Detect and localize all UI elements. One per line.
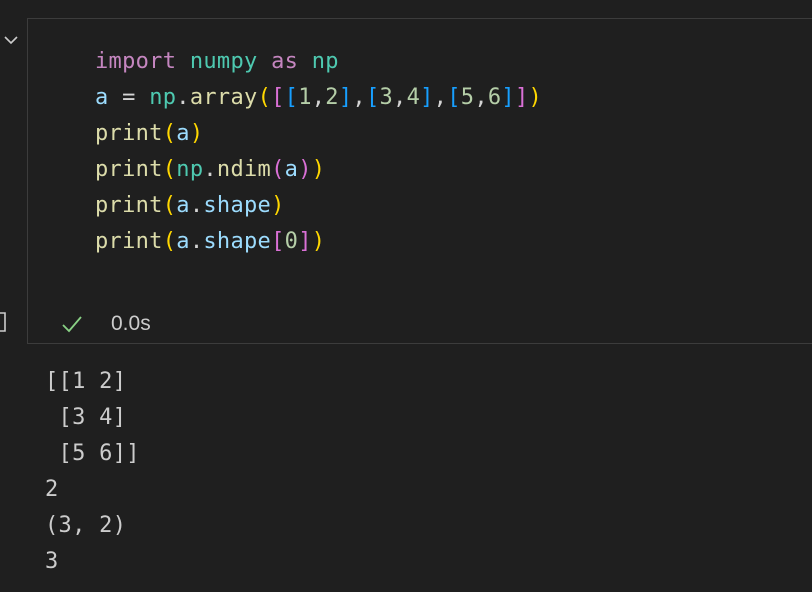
output-line: 2	[45, 477, 59, 502]
code-token: import	[95, 49, 177, 74]
code-token: )	[311, 229, 326, 254]
execution-time: 0.0s	[111, 312, 151, 335]
code-token: 3	[379, 85, 394, 110]
code-token: .	[176, 85, 190, 110]
code-token: [	[447, 85, 461, 110]
code-line: a = np.array([[1,2],[3,4],[5,6]])	[95, 80, 542, 116]
code-token: 5	[460, 85, 475, 110]
code-token: a	[176, 229, 190, 254]
code-token: ]	[420, 85, 434, 110]
code-token: )	[271, 193, 285, 218]
code-token: ,	[352, 85, 366, 110]
code-token: 1	[298, 85, 312, 110]
code-token: print	[95, 121, 163, 146]
code-token: ,	[433, 85, 448, 110]
code-token: print	[95, 157, 163, 182]
code-token: ]	[501, 85, 515, 110]
output-line: [3 4]	[45, 405, 127, 430]
code-token: numpy	[189, 49, 258, 74]
code-token: ,	[311, 85, 326, 110]
code-token: )	[189, 121, 204, 146]
output-line: [5 6]]	[45, 441, 140, 466]
code-token: a	[176, 193, 190, 218]
code-token: [	[365, 85, 380, 110]
code-token: [	[271, 85, 285, 110]
code-token: [	[284, 85, 299, 110]
code-token: array	[189, 85, 258, 110]
code-token: =	[108, 85, 150, 110]
code-token: print	[95, 193, 163, 218]
code-line: print(a.shape[0])	[95, 224, 542, 260]
code-token: np	[176, 157, 204, 182]
code-token: a	[95, 85, 109, 110]
code-token: as	[271, 49, 299, 74]
output-line: [[1 2]	[45, 369, 127, 394]
output-line: (3, 2)	[45, 513, 127, 538]
chevron-down-icon[interactable]	[2, 31, 20, 49]
check-icon	[61, 313, 83, 335]
code-line: print(a.shape)	[95, 188, 542, 224]
code-token: ]	[514, 85, 529, 110]
code-token: shape	[203, 229, 272, 254]
cell-output: [[1 2] [3 4] [5 6]] 2 (3, 2) 3	[45, 364, 140, 580]
code-token: a	[284, 157, 299, 182]
code-token: (	[162, 229, 177, 254]
code-token: a	[176, 121, 190, 146]
code-token: (	[162, 121, 177, 146]
code-token: )	[528, 85, 543, 110]
code-token: ,	[393, 85, 407, 110]
code-token: .	[203, 157, 217, 182]
output-line: 3	[45, 549, 59, 574]
code-token: 2	[325, 85, 339, 110]
code-token: (	[257, 85, 272, 110]
execution-order-bracket	[0, 312, 6, 332]
code-token: ]	[338, 85, 353, 110]
execution-status: 0.0s	[61, 312, 151, 336]
code-token: )	[298, 157, 312, 182]
code-token: 0	[284, 229, 299, 254]
notebook-code-cell[interactable]: import numpy as np a = np.array([[1,2],[3…	[27, 18, 812, 344]
code-token: (	[162, 193, 177, 218]
code-token: ,	[474, 85, 488, 110]
code-token: ]	[298, 229, 312, 254]
code-token: print	[95, 229, 163, 254]
code-token: (	[162, 157, 177, 182]
code-token: np	[311, 49, 339, 74]
code-token: np	[149, 85, 177, 110]
code-token: .	[189, 229, 204, 254]
code-token: ndim	[216, 157, 272, 182]
code-token: .	[189, 193, 204, 218]
code-token: (	[271, 157, 285, 182]
code-line: print(np.ndim(a))	[95, 152, 542, 188]
code-token: 4	[406, 85, 421, 110]
code-editor[interactable]: import numpy as np a = np.array([[1,2],[3…	[95, 44, 542, 260]
code-token: 6	[487, 85, 502, 110]
code-token: )	[311, 157, 326, 182]
code-line: import numpy as np	[95, 44, 542, 80]
code-token: shape	[203, 193, 272, 218]
code-token: [	[271, 229, 285, 254]
code-line: print(a)	[95, 116, 542, 152]
